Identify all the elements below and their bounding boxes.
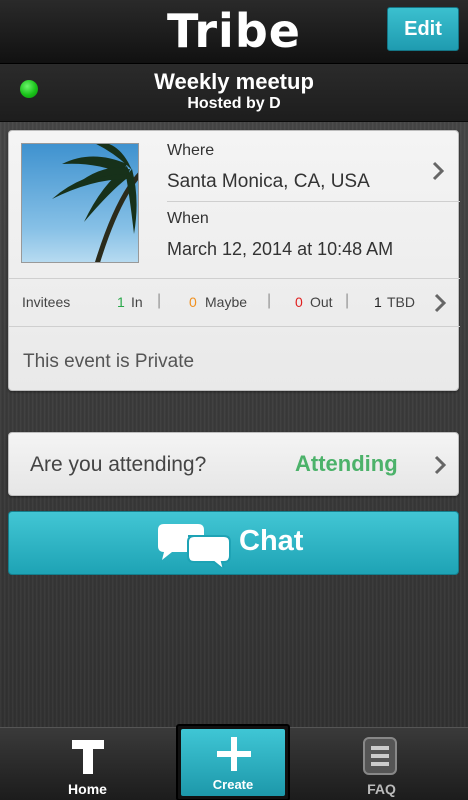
plus-icon [217, 737, 251, 776]
event-header: Weekly meetup Hosted by D [0, 64, 468, 122]
tbd-count: 1 [374, 294, 382, 310]
invitees-chevron-icon[interactable] [433, 293, 447, 318]
app-header: Tribe Edit [0, 0, 468, 64]
event-host: Hosted by D [187, 95, 281, 112]
chat-button[interactable]: Chat [8, 511, 459, 575]
when-label: When [167, 210, 209, 227]
tab-home-label: Home [68, 781, 107, 797]
chat-label: Chat [239, 525, 304, 557]
tbd-label: TBD [387, 294, 415, 310]
event-details-card: Where Santa Monica, CA, USA When March 1… [8, 130, 460, 391]
separator: | [267, 292, 272, 309]
out-label: Out [310, 294, 333, 310]
separator: | [345, 292, 350, 309]
faq-document-icon [362, 736, 398, 781]
tab-faq-label: FAQ [367, 781, 396, 797]
maybe-label: Maybe [205, 294, 248, 310]
tab-home[interactable]: Home [40, 728, 135, 800]
in-count: 1 [117, 294, 125, 310]
in-label: In [131, 294, 143, 310]
palm-tree-image [22, 144, 138, 262]
location-chevron-icon[interactable] [431, 161, 445, 186]
separator: | [157, 292, 162, 309]
attendance-status: Attending [295, 451, 398, 476]
tab-create[interactable]: Create [176, 724, 290, 800]
invitees-label: Invitees [22, 294, 71, 310]
attendance-selector[interactable]: Are you attending? Attending [8, 432, 459, 496]
tab-faq[interactable]: FAQ [334, 728, 429, 800]
attendance-question: Are you attending? [30, 453, 207, 476]
maybe-count: 0 [189, 294, 197, 310]
edit-button[interactable]: Edit [387, 7, 459, 51]
event-title: Weekly meetup [154, 69, 314, 94]
date-time-value[interactable]: March 12, 2014 at 10:48 AM [167, 239, 393, 260]
chat-bubbles-icon [154, 520, 234, 573]
divider [167, 201, 460, 202]
event-photo[interactable] [21, 143, 139, 263]
privacy-text: This event is Private [23, 351, 195, 372]
privacy-row: This event is Private [9, 327, 460, 391]
home-t-icon [70, 738, 106, 781]
invitees-row[interactable]: Invitees 1 In | 0 Maybe | 0 Out | 1 TBD [9, 279, 460, 325]
location-value[interactable]: Santa Monica, CA, USA [167, 171, 370, 193]
where-label: Where [167, 142, 215, 159]
out-count: 0 [295, 294, 303, 310]
attendance-chevron-icon[interactable] [433, 455, 447, 480]
tab-create-label: Create [212, 777, 254, 792]
tab-bar: Home Create FAQ [0, 724, 468, 800]
